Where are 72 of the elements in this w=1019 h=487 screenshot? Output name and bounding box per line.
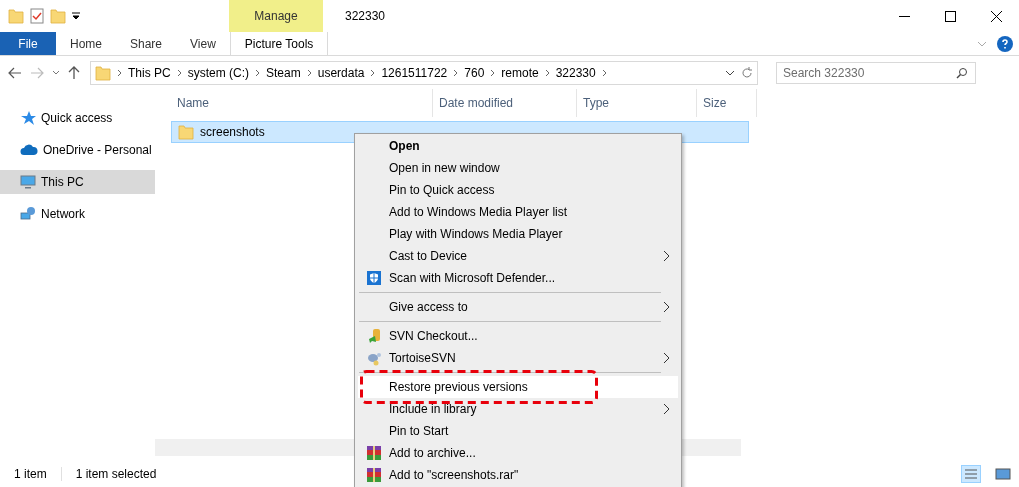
folder-icon: [8, 8, 24, 24]
column-header[interactable]: Name: [171, 89, 433, 117]
breadcrumb[interactable]: This PC: [128, 65, 171, 80]
context-tab-group: Manage: [229, 0, 323, 32]
archive-icon: [365, 467, 382, 483]
chevron-right-icon: [453, 68, 459, 77]
window-title: 322330: [344, 8, 387, 25]
menu-item[interactable]: TortoiseSVN: [358, 347, 678, 369]
breadcrumb[interactable]: Steam: [266, 65, 301, 80]
ribbon-tab[interactable]: File: [0, 32, 56, 55]
breadcrumb[interactable]: userdata: [317, 65, 365, 80]
ribbon-tab[interactable]: Home: [56, 32, 116, 55]
details-view-icon[interactable]: [961, 464, 981, 483]
menu-item[interactable]: Include in library: [358, 398, 678, 420]
up-arrow-icon[interactable]: [68, 65, 80, 80]
column-header[interactable]: Size: [697, 89, 757, 117]
help-icon[interactable]: [997, 35, 1013, 52]
breadcrumb[interactable]: 322330: [555, 65, 596, 80]
address-bar[interactable]: This PC system (C:) Steam userdata 1261511722 760 remote 322330: [90, 60, 758, 85]
monitor-icon: [20, 174, 36, 190]
ribbon-tab[interactable]: View: [176, 32, 230, 55]
menu-item[interactable]: Pin to Quick access: [358, 179, 678, 201]
chevron-right-icon: [176, 68, 182, 77]
ribbon-tab[interactable]: Share: [116, 32, 177, 55]
search-icon: [956, 66, 968, 79]
thumbnail-view-icon[interactable]: [995, 466, 1011, 481]
sidebar-item[interactable]: Network: [0, 202, 155, 226]
sidebar-item[interactable]: OneDrive - Personal: [0, 138, 155, 162]
chevron-right-icon: [255, 68, 261, 77]
menu-item[interactable]: Pin to Start: [358, 420, 678, 442]
breadcrumb[interactable]: remote: [501, 65, 539, 80]
chevron-right-icon: [370, 68, 376, 77]
menu-item[interactable]: Cast to Device: [358, 245, 678, 267]
item-count: 1 item: [14, 466, 62, 481]
folder-icon: [95, 64, 111, 81]
menu-item[interactable]: Open in new window: [358, 157, 678, 179]
menu-item[interactable]: Scan with Microsoft Defender...: [358, 267, 678, 289]
archive-icon: [365, 445, 382, 461]
breadcrumb[interactable]: system (C:): [187, 65, 250, 80]
new-folder-icon: [50, 8, 66, 24]
chevron-right-icon: [490, 68, 496, 77]
menu-item[interactable]: SVN Checkout...: [358, 325, 678, 347]
menu-item[interactable]: Add to archive...: [358, 442, 678, 464]
breadcrumb[interactable]: 760: [464, 65, 485, 80]
column-header[interactable]: Type: [577, 89, 697, 117]
folder-icon: [178, 124, 194, 140]
menu-item[interactable]: Add to "screenshots.rar": [358, 464, 678, 486]
sidebar-item[interactable]: Quick access: [0, 106, 155, 130]
dropdown-icon[interactable]: [72, 12, 80, 20]
menu-item[interactable]: Restore previous versions: [358, 376, 678, 398]
star-icon: [20, 110, 36, 126]
checklist-icon[interactable]: [30, 8, 44, 24]
ribbon-tab[interactable]: Picture Tools: [229, 32, 329, 55]
cloud-icon: [20, 144, 38, 156]
menu-item[interactable]: Play with Windows Media Player: [358, 223, 678, 245]
column-header[interactable]: Date modified: [433, 89, 577, 117]
refresh-icon[interactable]: [741, 66, 753, 79]
chevron-right-icon: [117, 68, 122, 77]
chevron-right-icon: [544, 68, 550, 77]
search-field[interactable]: Search 322330: [776, 61, 976, 84]
selection-count: 1 item selected: [75, 466, 158, 481]
breadcrumb[interactable]: 1261511722: [381, 65, 448, 80]
chevron-right-icon: [306, 68, 312, 77]
chevron-down-icon[interactable]: [52, 69, 60, 76]
sidebar-item[interactable]: This PC: [0, 170, 155, 194]
back-arrow-icon[interactable]: [8, 66, 22, 79]
shield-icon: [365, 270, 382, 286]
chevron-right-icon: [601, 68, 607, 77]
network-icon: [20, 206, 36, 222]
menu-item[interactable]: Give access to: [358, 296, 678, 318]
chevron-down-icon[interactable]: [725, 69, 735, 76]
menu-item[interactable]: Add to Windows Media Player list: [358, 201, 678, 223]
